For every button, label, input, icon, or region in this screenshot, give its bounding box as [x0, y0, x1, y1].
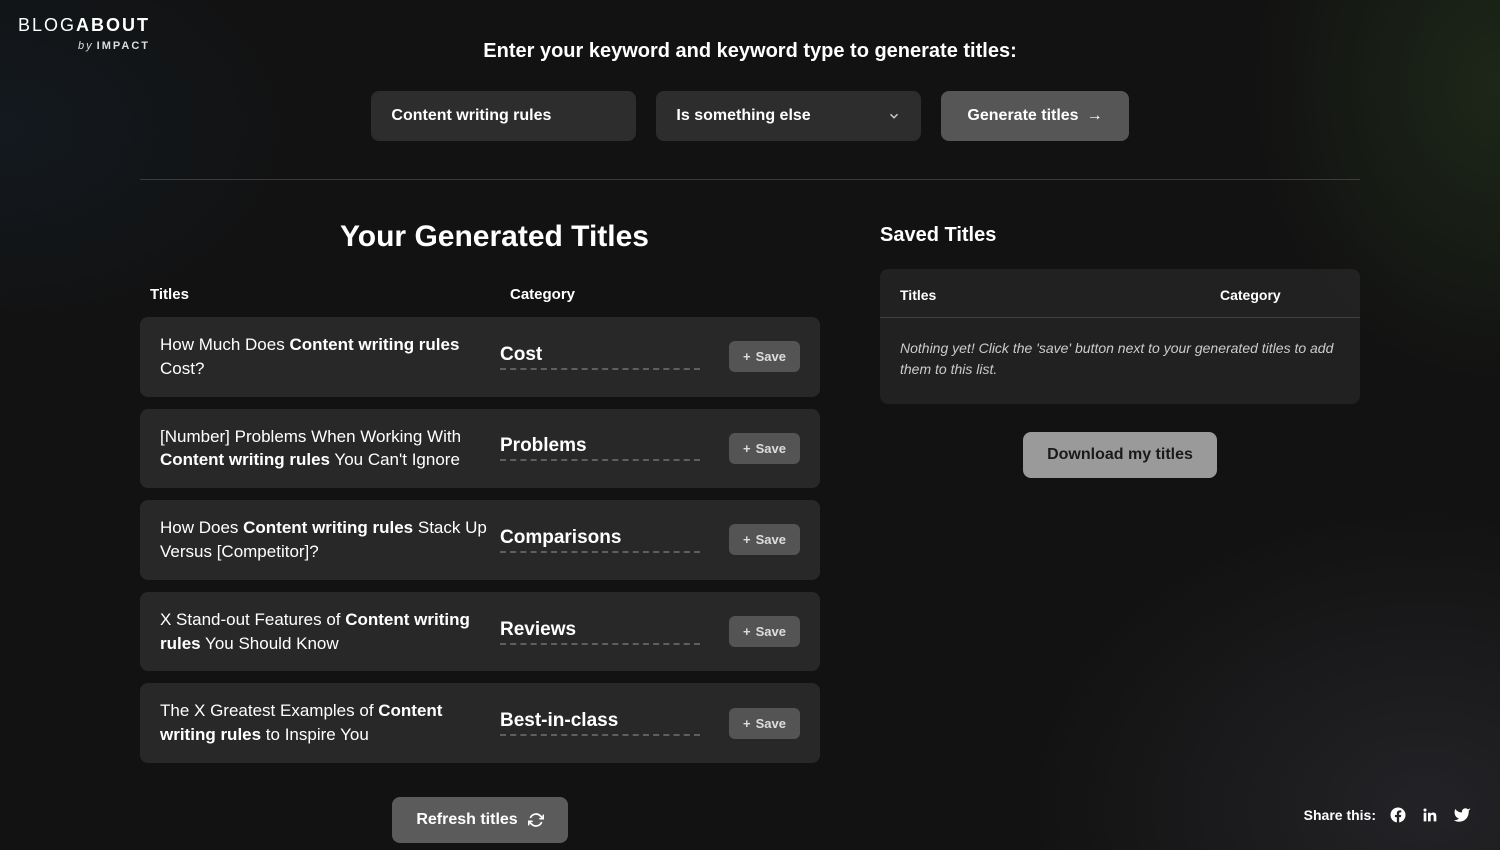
- keyword-highlight: Content writing rules: [160, 450, 330, 469]
- category-badge[interactable]: Best-in-class: [500, 710, 700, 736]
- chevron-down-icon: [887, 109, 901, 123]
- logo[interactable]: BLOGABOUT byIMPACT: [18, 15, 150, 52]
- category-badge[interactable]: Problems: [500, 435, 700, 461]
- hero-heading: Enter your keyword and keyword type to g…: [0, 40, 1500, 63]
- keyword-input[interactable]: [371, 91, 636, 141]
- save-button[interactable]: + Save: [729, 341, 800, 372]
- linkedin-icon[interactable]: [1420, 805, 1440, 825]
- generated-heading: Your Generated Titles: [340, 220, 820, 254]
- saved-empty-message: Nothing yet! Click the 'save' button nex…: [880, 318, 1360, 380]
- saved-col-header-titles: Titles: [900, 287, 1220, 303]
- category-badge[interactable]: Reviews: [500, 619, 700, 645]
- title-text: [Number] Problems When Working With Cont…: [160, 425, 500, 473]
- title-row: The X Greatest Examples of Content writi…: [140, 683, 820, 763]
- title-text: The X Greatest Examples of Content writi…: [160, 699, 500, 747]
- title-row: X Stand-out Features of Content writing …: [140, 592, 820, 672]
- plus-icon: +: [743, 716, 751, 731]
- title-row: How Does Content writing rules Stack Up …: [140, 500, 820, 580]
- saved-col-header-category: Category: [1220, 287, 1340, 303]
- saved-card: Titles Category Nothing yet! Click the '…: [880, 269, 1360, 404]
- save-button[interactable]: + Save: [729, 616, 800, 647]
- title-row: [Number] Problems When Working With Cont…: [140, 409, 820, 489]
- keyword-highlight: Content writing rules: [289, 335, 459, 354]
- save-button[interactable]: + Save: [729, 524, 800, 555]
- logo-pre: BLOG: [18, 15, 76, 35]
- save-button[interactable]: + Save: [729, 708, 800, 739]
- category-badge[interactable]: Cost: [500, 344, 700, 370]
- title-text: How Does Content writing rules Stack Up …: [160, 516, 500, 564]
- arrow-right-icon: →: [1087, 107, 1103, 125]
- twitter-icon[interactable]: [1452, 805, 1472, 825]
- save-label: Save: [756, 716, 786, 731]
- download-button[interactable]: Download my titles: [1023, 432, 1217, 478]
- byline-brand: IMPACT: [97, 40, 150, 52]
- save-label: Save: [756, 624, 786, 639]
- facebook-icon[interactable]: [1388, 805, 1408, 825]
- refresh-button[interactable]: Refresh titles: [392, 797, 567, 843]
- plus-icon: +: [743, 441, 751, 456]
- refresh-label: Refresh titles: [416, 811, 517, 829]
- keyword-highlight: Content writing rules: [243, 518, 413, 537]
- col-header-category: Category: [510, 286, 710, 303]
- byline-by: by: [78, 40, 94, 52]
- save-label: Save: [756, 532, 786, 547]
- category-badge[interactable]: Comparisons: [500, 527, 700, 553]
- title-text: X Stand-out Features of Content writing …: [160, 608, 500, 656]
- share-label: Share this:: [1304, 807, 1376, 823]
- generate-button[interactable]: Generate titles →: [941, 91, 1128, 141]
- save-label: Save: [756, 441, 786, 456]
- save-button[interactable]: + Save: [729, 433, 800, 464]
- keyword-type-select[interactable]: Is something else: [656, 91, 921, 141]
- plus-icon: +: [743, 532, 751, 547]
- plus-icon: +: [743, 349, 751, 364]
- logo-bold: ABOUT: [76, 15, 150, 35]
- title-row: How Much Does Content writing rules Cost…: [140, 317, 820, 397]
- select-value: Is something else: [676, 107, 810, 125]
- generate-label: Generate titles: [967, 107, 1078, 125]
- saved-heading: Saved Titles: [880, 224, 1360, 247]
- col-header-titles: Titles: [150, 286, 510, 303]
- refresh-icon: [528, 812, 544, 828]
- title-text: How Much Does Content writing rules Cost…: [160, 333, 500, 381]
- save-label: Save: [756, 349, 786, 364]
- plus-icon: +: [743, 624, 751, 639]
